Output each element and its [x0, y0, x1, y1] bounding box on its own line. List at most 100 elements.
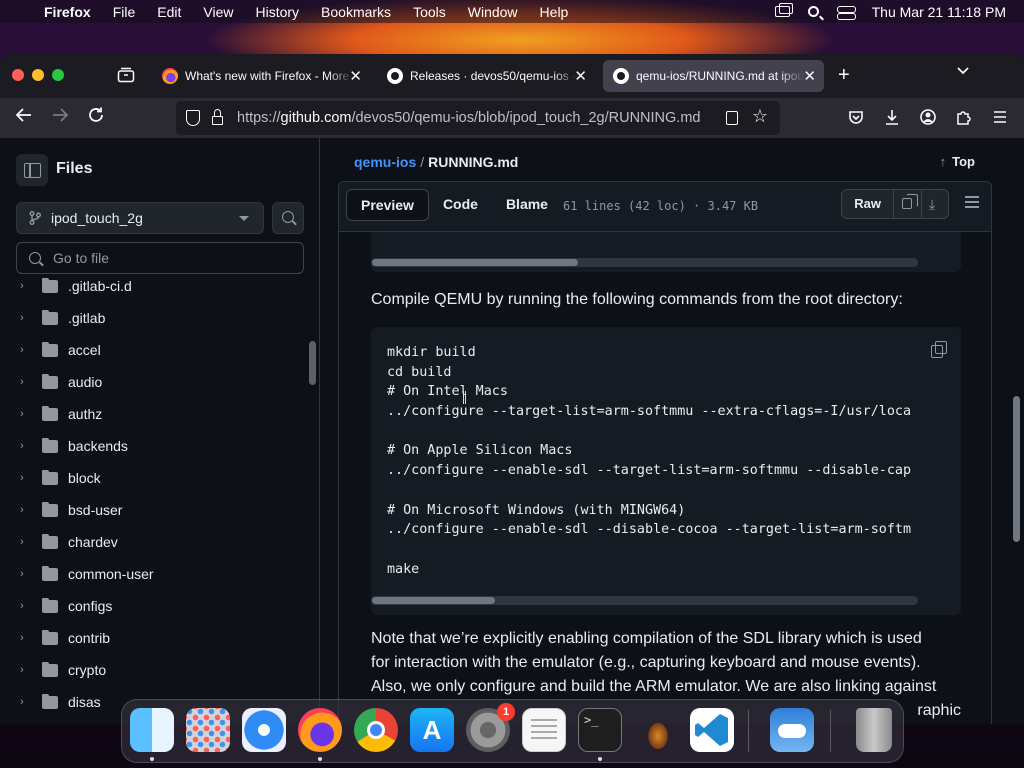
chevron-right-icon[interactable]: › [20, 536, 28, 548]
app-store-icon[interactable]: A [410, 708, 454, 752]
collapse-sidebar-icon[interactable] [16, 154, 48, 186]
trash-icon[interactable] [856, 708, 892, 752]
terminal-icon[interactable]: >_ [578, 708, 622, 752]
lock-icon[interactable] [212, 109, 223, 125]
chevron-right-icon[interactable]: › [20, 440, 28, 452]
tree-item-label: accel [68, 342, 101, 358]
tab-code[interactable]: Code [429, 189, 492, 221]
minimize-window-button[interactable] [32, 69, 44, 81]
firefox-icon[interactable] [298, 708, 342, 752]
scrollbar-thumb[interactable] [372, 259, 578, 266]
tree-item-folder[interactable]: › accel [0, 334, 306, 366]
tree-item-folder[interactable]: › .gitlab-ci.d [0, 270, 306, 302]
code-horizontal-scrollbar[interactable] [371, 596, 918, 605]
menu-file[interactable]: File [113, 4, 136, 20]
outline-list-icon[interactable] [965, 196, 979, 208]
chevron-right-icon[interactable]: › [20, 280, 28, 292]
tab-releases[interactable]: Releases · devos50/qemu-ios · G ✕ [377, 60, 595, 92]
menu-history[interactable]: History [255, 4, 299, 20]
chevron-down-icon[interactable] [956, 66, 970, 76]
forward-icon[interactable] [51, 106, 69, 124]
copy-icon[interactable] [931, 341, 947, 358]
chevron-right-icon[interactable]: › [20, 632, 28, 644]
screen-mirroring-icon[interactable] [774, 3, 793, 17]
chevron-right-icon[interactable]: › [20, 696, 28, 708]
tree-item-folder[interactable]: › contrib [0, 622, 306, 654]
firefox-window: What's new with Firefox - More ✕ Release… [0, 54, 1024, 724]
reader-view-icon[interactable] [726, 111, 738, 125]
garageband-icon[interactable] [634, 708, 678, 752]
tree-item-folder[interactable]: › block [0, 462, 306, 494]
zoom-window-button[interactable] [52, 69, 64, 81]
tree-item-folder[interactable]: › chardev [0, 526, 306, 558]
branch-selector[interactable]: ipod_touch_2g [16, 202, 264, 234]
new-tab-icon[interactable]: + [838, 64, 850, 87]
menu-tools[interactable]: Tools [413, 4, 446, 20]
chevron-right-icon[interactable]: › [20, 312, 28, 324]
firefox-view-icon[interactable] [117, 67, 135, 83]
breadcrumb-repo-link[interactable]: qemu-ios [354, 154, 416, 170]
tab-blame[interactable]: Blame [492, 189, 562, 221]
chevron-right-icon[interactable]: › [20, 472, 28, 484]
copy-raw-button[interactable] [894, 190, 921, 218]
safari-icon[interactable] [242, 708, 286, 752]
url-bar[interactable]: https://github.com/devos50/qemu-ios/blob… [176, 101, 780, 135]
url-text[interactable]: https://github.com/devos50/qemu-ios/blob… [237, 110, 700, 126]
bookmark-star-icon[interactable]: ☆ [752, 106, 768, 127]
tree-item-folder[interactable]: › common-user [0, 558, 306, 590]
menu-bar-clock[interactable]: Thu Mar 21 11:18 PM [872, 4, 1006, 20]
go-to-file-input[interactable] [53, 250, 283, 266]
download-raw-button[interactable]: ⤓ [921, 190, 948, 218]
chevron-right-icon[interactable]: › [20, 568, 28, 580]
reload-icon[interactable] [87, 106, 105, 124]
menu-edit[interactable]: Edit [157, 4, 181, 20]
menu-firefox[interactable]: Firefox [44, 4, 91, 20]
pocket-icon[interactable] [847, 108, 865, 126]
tab-firefox-whats-new[interactable]: What's new with Firefox - More ✕ [152, 60, 370, 92]
close-tab-icon[interactable]: ✕ [574, 67, 587, 85]
menu-help[interactable]: Help [540, 4, 569, 20]
downloads-icon[interactable] [883, 108, 901, 126]
close-tab-icon[interactable]: ✕ [349, 67, 362, 85]
chevron-right-icon[interactable]: › [20, 664, 28, 676]
chrome-icon[interactable] [354, 708, 398, 752]
code-horizontal-scrollbar[interactable] [371, 258, 918, 267]
finder-icon[interactable] [130, 708, 174, 752]
close-tab-icon[interactable]: ✕ [803, 67, 816, 85]
spotlight-icon[interactable] [807, 6, 819, 17]
raw-button[interactable]: Raw [842, 190, 894, 218]
weather-icon[interactable] [770, 708, 814, 752]
menu-bookmarks[interactable]: Bookmarks [321, 4, 391, 20]
menu-view[interactable]: View [203, 4, 233, 20]
chevron-right-icon[interactable]: › [20, 504, 28, 516]
top-link[interactable]: ↑ Top [940, 154, 975, 169]
back-icon[interactable] [15, 106, 33, 124]
sidebar-scrollbar[interactable] [309, 341, 316, 385]
tree-item-folder[interactable]: › authz [0, 398, 306, 430]
chevron-right-icon[interactable]: › [20, 408, 28, 420]
tree-item-folder[interactable]: › .gitlab [0, 302, 306, 334]
search-icon[interactable] [272, 202, 304, 234]
tree-item-folder[interactable]: › bsd-user [0, 494, 306, 526]
menu-window[interactable]: Window [468, 4, 518, 20]
tab-preview[interactable]: Preview [346, 189, 429, 221]
tab-running-md[interactable]: qemu-ios/RUNNING.md at ipod_touch_2g ✕ [603, 60, 824, 92]
textedit-icon[interactable] [522, 708, 566, 752]
chevron-right-icon[interactable]: › [20, 376, 28, 388]
close-window-button[interactable] [12, 69, 24, 81]
chevron-right-icon[interactable]: › [20, 600, 28, 612]
tracking-protection-shield-icon[interactable] [186, 110, 200, 126]
scrollbar-thumb[interactable] [372, 597, 495, 604]
account-icon[interactable] [919, 108, 937, 126]
page-scrollbar[interactable] [1013, 396, 1020, 542]
hamburger-menu-icon[interactable] [991, 108, 1009, 126]
chevron-right-icon[interactable]: › [20, 344, 28, 356]
extensions-icon[interactable] [955, 108, 973, 126]
tree-item-folder[interactable]: › backends [0, 430, 306, 462]
tree-item-folder[interactable]: › audio [0, 366, 306, 398]
launchpad-icon[interactable] [186, 708, 230, 752]
tree-item-folder[interactable]: › configs [0, 590, 306, 622]
vscode-icon[interactable] [690, 708, 734, 752]
control-center-icon[interactable] [836, 5, 856, 20]
tree-item-folder[interactable]: › crypto [0, 654, 306, 686]
